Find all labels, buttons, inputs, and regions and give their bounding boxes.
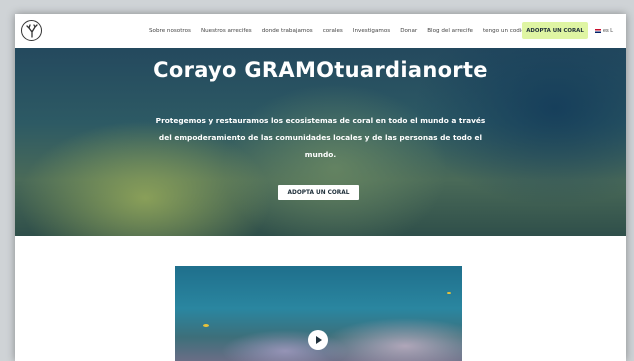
page: Sobre nosotros Nuestros arrecifes donde … — [15, 14, 626, 361]
main-nav: Sobre nosotros Nuestros arrecifes donde … — [149, 14, 556, 48]
video-player[interactable] — [175, 266, 462, 361]
nav-where[interactable]: donde trabajamos — [262, 28, 313, 34]
adopt-coral-button[interactable]: ADOPTA UN CORAL — [522, 22, 588, 39]
hero-title: Corayo GRAMOtuardianorte — [153, 58, 488, 82]
nav-blog[interactable]: Blog del arrecife — [427, 28, 473, 34]
nav-research[interactable]: Investigamos — [353, 28, 390, 34]
top-navigation-bar: Sobre nosotros Nuestros arrecifes donde … — [15, 14, 626, 48]
nav-donate[interactable]: Donar — [400, 28, 417, 34]
nav-reefs[interactable]: Nuestros arrecifes — [201, 28, 252, 34]
nav-about[interactable]: Sobre nosotros — [149, 28, 191, 34]
hero-description: Protegemos y restauramos los ecosistemas… — [155, 116, 486, 159]
play-icon[interactable] — [308, 330, 328, 350]
language-label: es L — [603, 28, 614, 34]
uk-flag-icon — [595, 29, 601, 33]
fish-decoration — [447, 292, 451, 294]
language-selector[interactable]: es L — [595, 14, 613, 48]
hero-adopt-coral-button[interactable]: ADOPTA UN CORAL — [278, 185, 359, 200]
coral-logo-icon[interactable] — [21, 20, 42, 41]
hero-section: Corayo GRAMOtuardianorte Protegemos y re… — [15, 48, 626, 236]
fish-decoration — [203, 324, 209, 327]
nav-corals[interactable]: corales — [323, 28, 343, 34]
